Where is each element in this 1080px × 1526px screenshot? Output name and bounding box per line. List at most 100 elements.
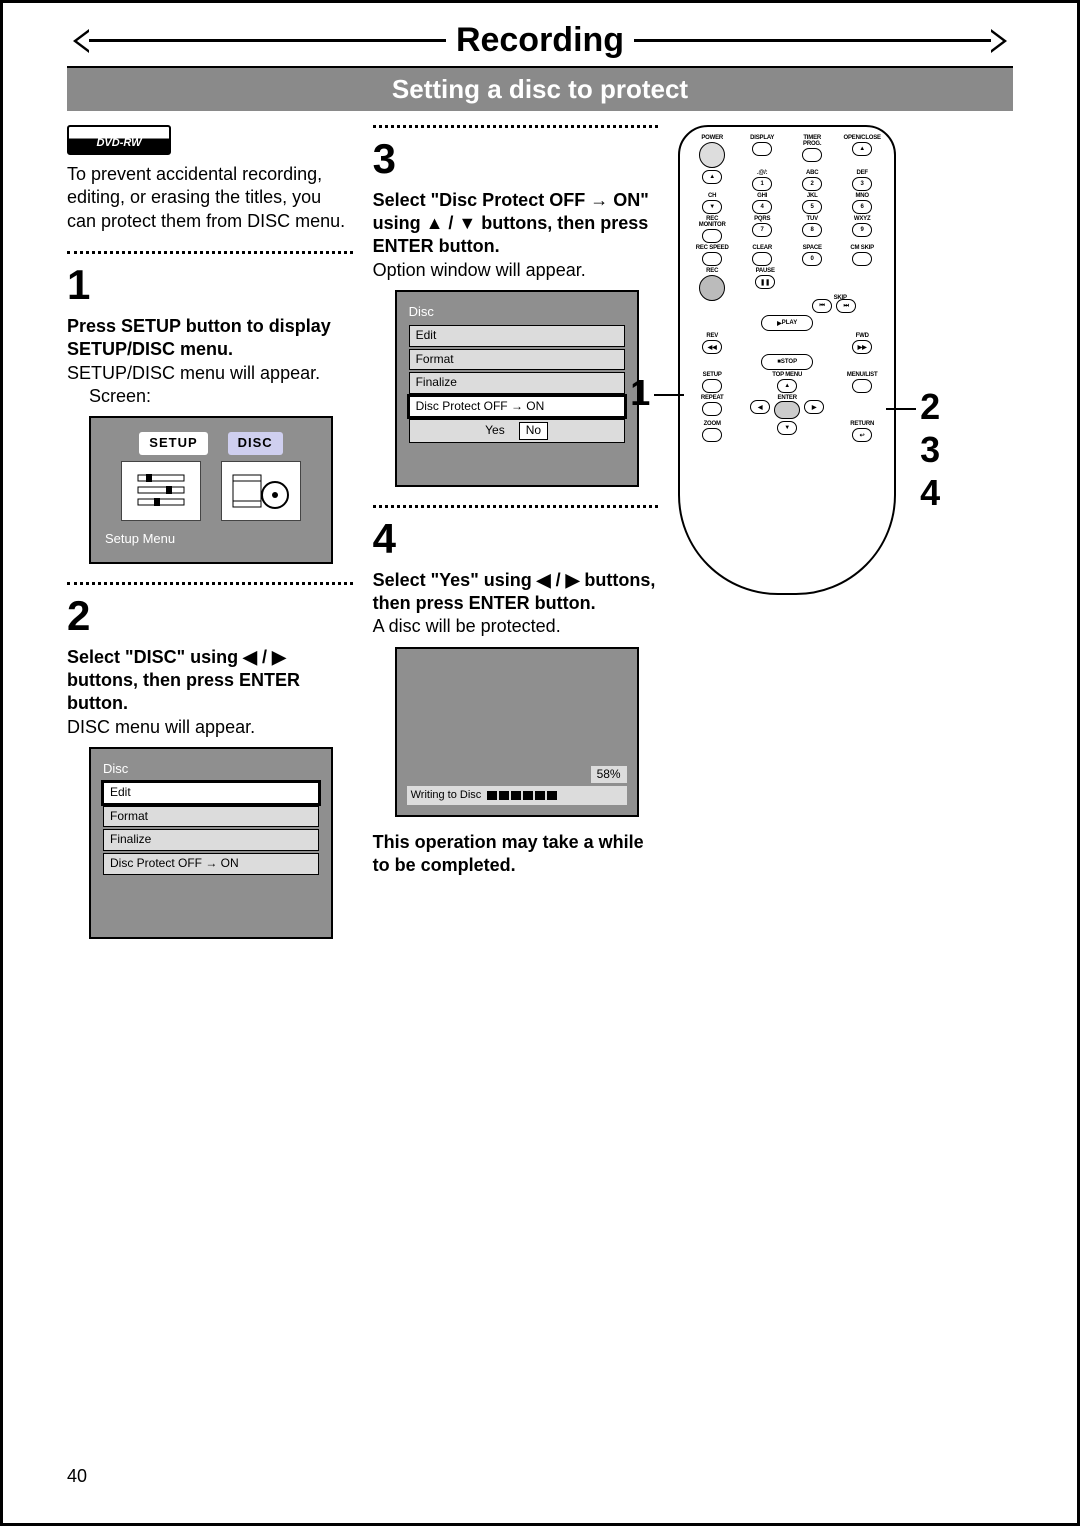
divider-dots xyxy=(67,251,353,254)
setup-menu-caption: Setup Menu xyxy=(105,531,317,548)
step-1-screen-label: Screen: xyxy=(89,385,353,408)
step-2-number: 2 xyxy=(67,589,353,644)
skip-back-icon: ⏮ xyxy=(812,299,832,313)
header: Recording Setting a disc to protect xyxy=(67,21,1013,111)
content-columns: DVD-RW To prevent accidental recording, … xyxy=(67,125,1013,939)
open-button-icon: ▲ xyxy=(852,142,872,156)
rev-button-icon: ◀◀ xyxy=(702,340,722,354)
menu-item: Edit xyxy=(409,325,625,347)
menu-title: Disc xyxy=(103,761,319,778)
num-6-button: 6 xyxy=(852,200,872,214)
label-display: DISPLAY xyxy=(750,135,774,141)
label-repeat: REPEAT xyxy=(701,395,724,401)
timer-button-icon xyxy=(802,148,822,162)
divider-dots xyxy=(373,505,659,508)
num-8-button: 8 xyxy=(802,223,822,237)
step-3-number: 3 xyxy=(373,132,659,187)
menu-item: Disc Protect OFF → ON xyxy=(103,853,319,875)
display-button-icon xyxy=(752,142,772,156)
step-2-heading: Select "DISC" using ◀ / ▶ buttons, then … xyxy=(67,646,353,716)
menulist-button-icon xyxy=(852,379,872,393)
disc-menu-figure: Disc Edit Format Finalize Disc Protect O… xyxy=(89,747,333,938)
menu-title: Disc xyxy=(409,304,625,321)
column-1: DVD-RW To prevent accidental recording, … xyxy=(67,125,353,939)
label-setup: SETUP xyxy=(703,372,722,378)
label-fwd: FWD xyxy=(856,333,869,339)
step-1-number: 1 xyxy=(67,258,353,313)
label-timer: TIMER PROG. xyxy=(803,135,821,147)
sliders-icon xyxy=(121,461,201,521)
step-3-heading: Select "Disc Protect OFF → ON" using ▲ /… xyxy=(373,189,659,259)
manual-page: Recording Setting a disc to protect DVD-… xyxy=(0,0,1080,1526)
label-def: DEF xyxy=(856,170,867,176)
progress-label: Writing to Disc xyxy=(411,788,482,802)
play-button-icon: ▶ PLAY xyxy=(761,315,813,331)
label-rev: REV xyxy=(706,333,718,339)
column-3: POWER DISPLAY TIMER PROG. OPEN/CLOSE▲ ▲ … xyxy=(678,125,1013,939)
setup-menu-figure: SETUP DISC Setup Menu xyxy=(89,416,333,564)
step-1-body: SETUP/DISC menu will appear. xyxy=(67,362,353,385)
label-rec: REC xyxy=(706,268,718,274)
label-pqrs: PQRS xyxy=(754,216,770,222)
ornament-right-icon xyxy=(991,26,1013,56)
num-5-button: 5 xyxy=(802,200,822,214)
progress-bar-icon xyxy=(487,791,557,800)
menu-item: Format xyxy=(103,806,319,828)
progress-percent: 58% xyxy=(591,766,627,784)
pause-button-icon: ❚❚ xyxy=(755,275,775,289)
label-tuv: TUV xyxy=(806,216,817,222)
step-1-heading: Press SETUP button to display SETUP/DISC… xyxy=(67,315,353,362)
writing-progress-figure: 58% Writing to Disc xyxy=(395,647,639,817)
label-return: RETURN xyxy=(850,421,874,427)
menu-item: Finalize xyxy=(103,829,319,851)
label-recspeed: REC SPEED xyxy=(696,245,729,251)
step-2-body: DISC menu will appear. xyxy=(67,716,353,739)
cmskip-button-icon xyxy=(852,252,872,266)
option-no: No xyxy=(519,422,548,440)
num-0-button: 0 xyxy=(802,252,822,266)
zoom-button-icon xyxy=(702,428,722,442)
enter-button-icon xyxy=(774,401,800,419)
subtitle-bar: Setting a disc to protect xyxy=(67,66,1013,111)
tab-disc: DISC xyxy=(228,432,283,455)
label-open: OPEN/CLOSE xyxy=(844,135,881,141)
menu-item: Edit xyxy=(103,782,319,804)
clear-button-icon xyxy=(752,252,772,266)
label-ch: CH xyxy=(708,193,716,199)
label-zoom: ZOOM xyxy=(704,421,721,427)
num-1-button: 1 xyxy=(752,177,772,191)
stop-button-icon: ■ STOP xyxy=(761,354,813,370)
step-4-heading: Select "Yes" using ◀ / ▶ buttons, then p… xyxy=(373,569,659,616)
step-4-number: 4 xyxy=(373,512,659,567)
step-4-body: A disc will be protected. xyxy=(373,615,659,638)
num-2-button: 2 xyxy=(802,177,822,191)
remote-control-diagram: POWER DISPLAY TIMER PROG. OPEN/CLOSE▲ ▲ … xyxy=(678,125,896,595)
callout-right: 2 3 4 xyxy=(886,385,940,515)
num-4-button: 4 xyxy=(752,200,772,214)
label-recmon: REC MONITOR xyxy=(699,216,726,228)
menu-item: Disc Protect OFF → ON xyxy=(409,396,625,418)
left-arrow-icon: ◀ xyxy=(750,400,770,414)
label-mno: MNO xyxy=(855,193,868,199)
page-number: 40 xyxy=(67,1466,87,1487)
label-jkl: JKL xyxy=(807,193,818,199)
intro-text: To prevent accidental recording, editing… xyxy=(67,163,353,233)
divider-dots xyxy=(67,582,353,585)
num-9-button: 9 xyxy=(852,223,872,237)
divider-dots xyxy=(373,125,659,128)
ch-down-icon: ▼ xyxy=(702,200,722,214)
down-arrow-icon: ▼ xyxy=(777,421,797,435)
completion-note: This operation may take a while to be co… xyxy=(373,831,659,878)
step-3-body: Option window will appear. xyxy=(373,259,659,282)
label-clear: CLEAR xyxy=(752,245,772,251)
label-space: SPACE xyxy=(803,245,822,251)
dvd-rw-badge-icon: DVD-RW xyxy=(67,125,171,155)
label-ghi: GHI xyxy=(757,193,767,199)
setup-button-icon xyxy=(702,379,722,393)
recspeed-button-icon xyxy=(702,252,722,266)
fwd-button-icon: ▶▶ xyxy=(852,340,872,354)
num-3-button: 3 xyxy=(852,177,872,191)
label-power: POWER xyxy=(701,135,723,141)
skip-fwd-icon: ⏭ xyxy=(836,299,856,313)
recmon-button-icon xyxy=(702,229,722,243)
